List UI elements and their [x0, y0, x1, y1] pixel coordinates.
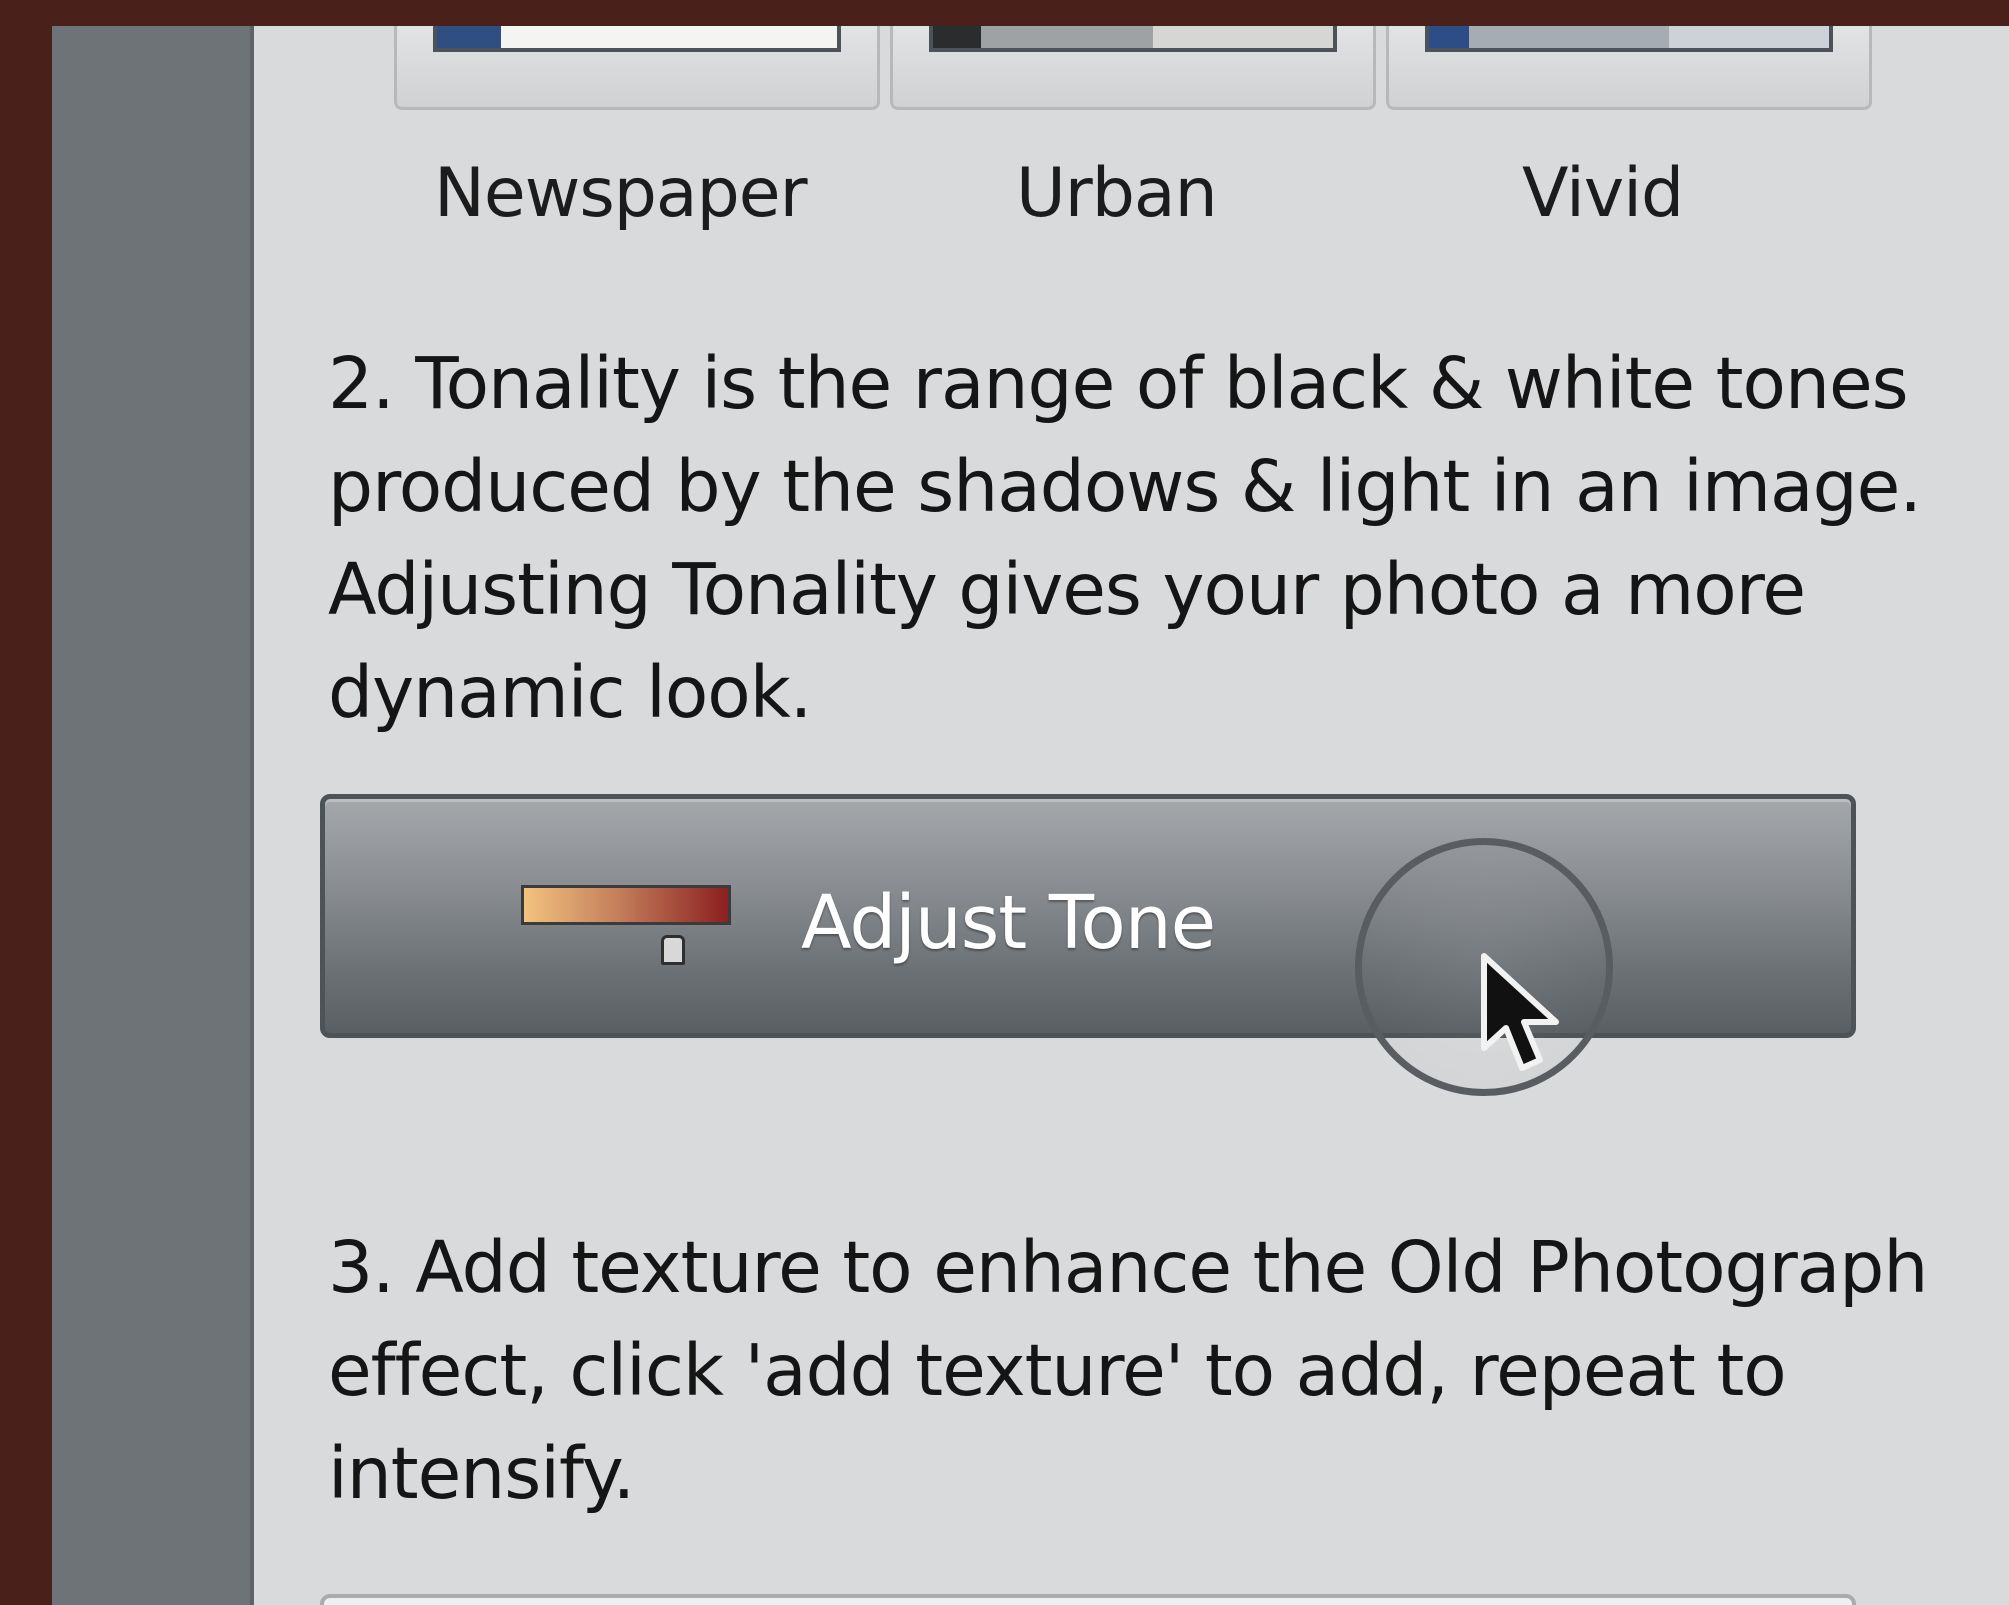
left-sidebar: [52, 26, 254, 1605]
preset-label-vivid[interactable]: Vivid: [1522, 154, 1684, 233]
add-texture-button[interactable]: [320, 1594, 1856, 1605]
preset-vivid-button[interactable]: [1386, 26, 1872, 110]
preset-urban-button[interactable]: [890, 26, 1376, 110]
mouse-pointer-icon: [1481, 953, 1559, 1071]
preset-label-urban[interactable]: Urban: [1016, 154, 1218, 233]
urban-thumbnail: [929, 26, 1337, 52]
preset-newspaper-button[interactable]: [394, 26, 880, 110]
instruction-panel: Newspaper Urban Vivid 2. Tonality is the…: [52, 26, 2009, 1605]
tone-slider-handle-icon: [661, 935, 685, 965]
step-3-instructions: 3. Add texture to enhance the Old Photog…: [328, 1226, 1928, 1515]
adjust-tone-button[interactable]: Adjust Tone: [320, 794, 1856, 1038]
preset-label-newspaper[interactable]: Newspaper: [434, 154, 808, 233]
tone-gradient-icon: [521, 885, 731, 925]
step-2-instructions: 2. Tonality is the range of black & whit…: [328, 342, 1922, 734]
vivid-thumbnail: [1425, 26, 1833, 52]
newspaper-thumbnail: [433, 26, 841, 52]
adjust-tone-label: Adjust Tone: [801, 880, 1216, 966]
